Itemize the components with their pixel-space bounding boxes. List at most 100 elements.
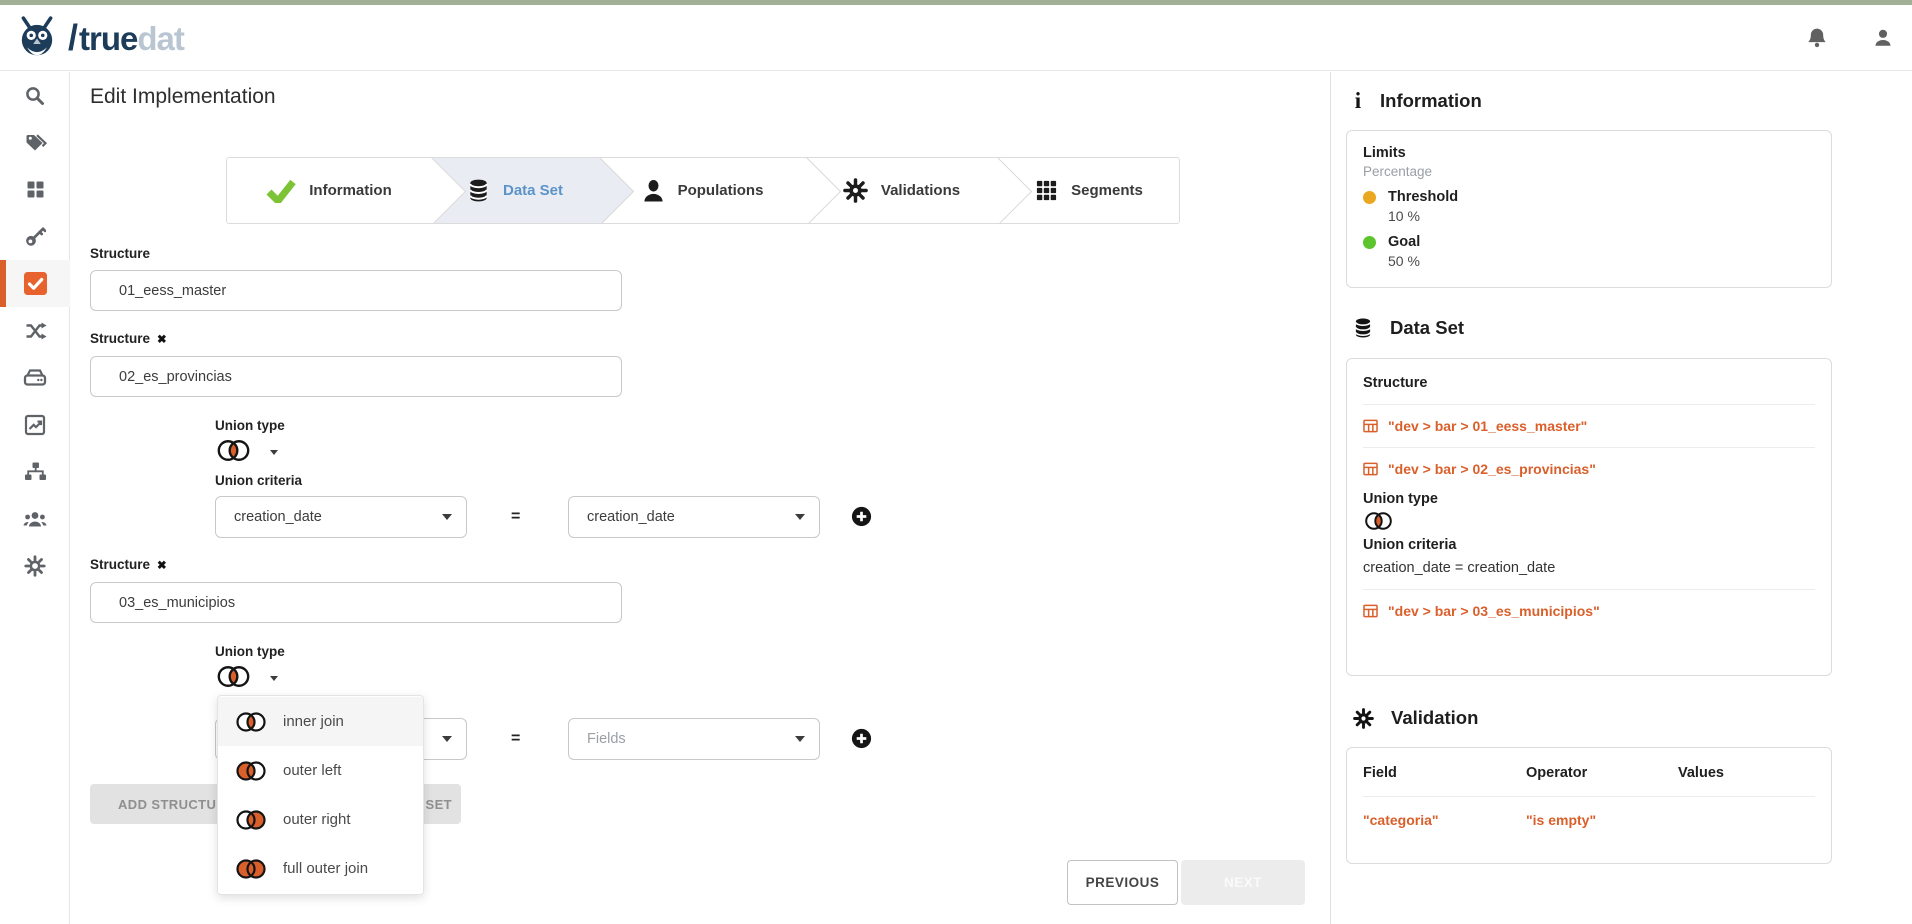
structure-link[interactable]: "dev > bar > 01_eess_master" <box>1363 418 1815 434</box>
venn-outer-right-icon <box>234 809 268 831</box>
validation-card: Field Operator Values "categoria" "is em… <box>1346 747 1832 864</box>
sidebar-item-quality-rules[interactable] <box>0 260 70 307</box>
database-icon <box>1353 317 1373 339</box>
venn-outer-left-icon <box>234 760 268 782</box>
server-drive-icon <box>23 367 47 389</box>
union-criteria-left-select[interactable]: creation_date <box>215 496 467 538</box>
wizard-stepper: Information Data Set Populations Validat… <box>226 157 1180 224</box>
validation-data-row: "categoria" "is empty" <box>1363 812 1815 828</box>
table-icon <box>1363 419 1378 433</box>
union-criteria-right-select[interactable]: creation_date <box>568 496 820 538</box>
validation-section-header: Validation <box>1353 707 1478 729</box>
table-icon <box>1363 604 1378 618</box>
sidebar-item-key[interactable] <box>0 213 70 260</box>
gear-icon <box>24 555 46 577</box>
database-icon <box>467 178 490 203</box>
sidebar-item-dashboards[interactable] <box>0 401 70 448</box>
sitemap-icon <box>24 461 47 482</box>
structure-link[interactable]: "dev > bar > 02_es_provincias" <box>1363 461 1815 477</box>
chevron-down-icon <box>442 736 452 742</box>
threshold-value: 10 % <box>1388 208 1815 224</box>
information-section-header: i Information <box>1353 88 1482 114</box>
person-icon <box>642 178 665 203</box>
union-type-caret-icon[interactable] <box>270 676 278 681</box>
truedat-logo[interactable]: /truedat <box>16 16 184 60</box>
goal-dot-icon <box>1363 236 1376 249</box>
key-icon <box>24 226 46 248</box>
chevron-down-icon <box>442 514 452 520</box>
limits-label: Limits <box>1363 145 1815 161</box>
dashboard-grid-icon <box>25 179 46 200</box>
dropdown-option-outer-right[interactable]: outer right <box>218 795 423 844</box>
users-icon <box>23 509 47 529</box>
union-type-summary-label: Union type <box>1363 491 1815 507</box>
dropdown-option-full-outer-join[interactable]: full outer join <box>218 844 423 893</box>
next-button[interactable]: NEXT <box>1181 860 1305 905</box>
dropdown-option-inner-join[interactable]: inner join <box>218 697 423 746</box>
check-icon <box>266 179 296 203</box>
threshold-dot-icon <box>1363 191 1376 204</box>
limits-card: Limits Percentage Threshold 10 % Goal 50… <box>1346 130 1832 288</box>
venn-inner-join-icon <box>1363 510 1394 532</box>
table-icon <box>1363 462 1378 476</box>
tab-information[interactable]: Information <box>227 158 431 223</box>
structure-label: Structure✖ <box>90 557 167 572</box>
union-criteria-text: creation_date = creation_date <box>1363 560 1815 576</box>
shuffle-icon <box>24 320 47 342</box>
validation-header-row: Field Operator Values <box>1363 765 1815 781</box>
app-header: /truedat <box>0 5 1912 71</box>
union-type-caret-icon[interactable] <box>270 450 278 455</box>
tags-icon <box>24 132 47 154</box>
brand-wordmark: /truedat <box>62 20 184 56</box>
dropdown-option-outer-left[interactable]: outer left <box>218 746 423 795</box>
sidebar-item-hierarchy[interactable] <box>0 448 70 495</box>
sidebar-item-settings[interactable] <box>0 542 70 589</box>
check-square-icon <box>24 272 47 295</box>
left-icon-sidebar <box>0 72 70 924</box>
page-title: Edit Implementation <box>90 85 276 109</box>
union-type-venn-inner-join-icon[interactable] <box>215 437 252 464</box>
gear-icon <box>843 178 868 203</box>
data-set-section-header: Data Set <box>1353 317 1464 339</box>
sidebar-item-sources[interactable] <box>0 354 70 401</box>
search-icon <box>24 85 46 107</box>
structure-link[interactable]: "dev > bar > 03_es_municipios" <box>1363 603 1815 619</box>
data-set-card: Structure "dev > bar > 01_eess_master" "… <box>1346 358 1832 676</box>
sidebar-item-search[interactable] <box>0 72 70 119</box>
notifications-bell-icon[interactable] <box>1806 27 1828 49</box>
venn-full-outer-join-icon <box>234 858 268 880</box>
gear-icon <box>1353 708 1374 729</box>
threshold-item: Threshold 10 % <box>1363 189 1815 224</box>
structure-input-1[interactable]: 01_eess_master <box>90 270 622 311</box>
chevron-down-icon <box>795 736 805 742</box>
owl-logo-icon <box>16 16 58 60</box>
add-criteria-plus-icon[interactable] <box>851 728 872 749</box>
structure-input-2[interactable]: 02_es_provincias <box>90 356 622 397</box>
structure-summary-label: Structure <box>1363 375 1815 391</box>
union-criteria-right-select-2[interactable]: Fields <box>568 718 820 760</box>
sidebar-item-tags[interactable] <box>0 119 70 166</box>
goal-value: 50 % <box>1388 253 1815 269</box>
user-account-icon[interactable] <box>1872 27 1894 49</box>
validation-field: "categoria" <box>1363 812 1526 828</box>
previous-button[interactable]: PREVIOUS <box>1067 860 1178 905</box>
union-type-dropdown: inner join outer left outer right full o… <box>217 695 424 895</box>
structure-label: Structure <box>90 246 150 261</box>
add-criteria-plus-icon[interactable] <box>851 506 872 527</box>
remove-structure-icon[interactable]: ✖ <box>157 332 167 346</box>
limits-type: Percentage <box>1363 164 1815 179</box>
chevron-down-icon <box>795 514 805 520</box>
sidebar-item-dashboard[interactable] <box>0 166 70 213</box>
goal-item: Goal 50 % <box>1363 234 1815 269</box>
sidebar-item-lineage[interactable] <box>0 307 70 354</box>
sidebar-item-user-groups[interactable] <box>0 495 70 542</box>
union-type-label: Union type <box>215 644 285 659</box>
equals-sign: = <box>511 730 520 748</box>
union-type-venn-inner-join-icon[interactable] <box>215 663 252 690</box>
union-criteria-label: Union criteria <box>215 473 302 488</box>
structure-input-3[interactable]: 03_es_municipios <box>90 582 622 623</box>
validation-operator: "is empty" <box>1526 812 1678 828</box>
remove-structure-icon[interactable]: ✖ <box>157 558 167 572</box>
union-criteria-summary-label: Union criteria <box>1363 537 1815 553</box>
equals-sign: = <box>511 508 520 526</box>
